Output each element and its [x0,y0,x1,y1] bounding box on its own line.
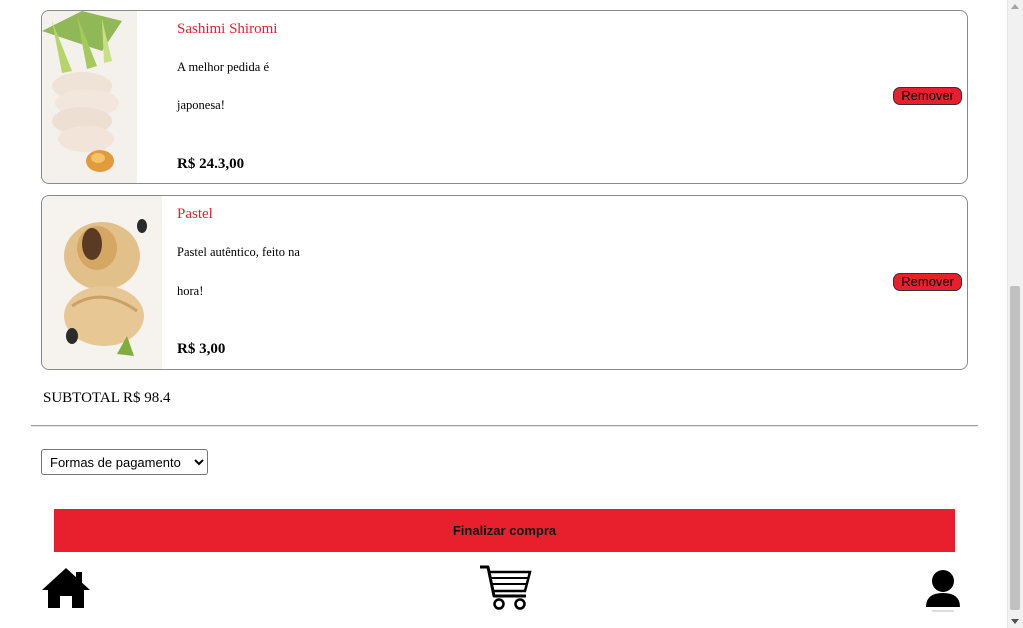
scrollbar[interactable] [1007,0,1023,628]
remove-button[interactable]: Remover [893,273,962,291]
subtotal-text: SUBTOTAL R$ 98.4 [43,390,171,406]
product-name: Pastel [177,206,213,222]
cart-item-card: Pastel Pastel autêntico, feito na hora! … [41,195,968,370]
scrollbar-thumb[interactable] [1010,286,1020,610]
scroll-up-arrow-icon[interactable] [1011,4,1019,9]
product-description-line1: Pastel autêntico, feito na [177,245,300,259]
pastel-image [42,196,162,369]
product-description-line1: A melhor pedida é [177,60,269,74]
product-description-line2: japonesa! [177,98,225,112]
cart-item-card: Sashimi Shiromi A melhor pedida é japone… [41,10,968,184]
divider [31,425,978,427]
home-icon[interactable] [40,566,92,610]
product-name: Sashimi Shiromi [177,21,278,37]
product-description-line2: hora! [177,284,204,298]
payment-method-select[interactable]: Formas de pagamento [41,449,208,475]
scroll-down-arrow-icon[interactable] [1011,619,1019,624]
finish-purchase-button[interactable]: Finalizar compra [54,509,955,552]
sashimi-image [42,11,162,183]
user-icon[interactable] [924,567,962,615]
cart-icon[interactable] [478,564,534,612]
product-price: R$ 3,00 [177,341,226,357]
product-price: R$ 24.3,00 [177,156,245,172]
bottom-nav [0,553,1008,628]
remove-button[interactable]: Remover [893,87,962,105]
